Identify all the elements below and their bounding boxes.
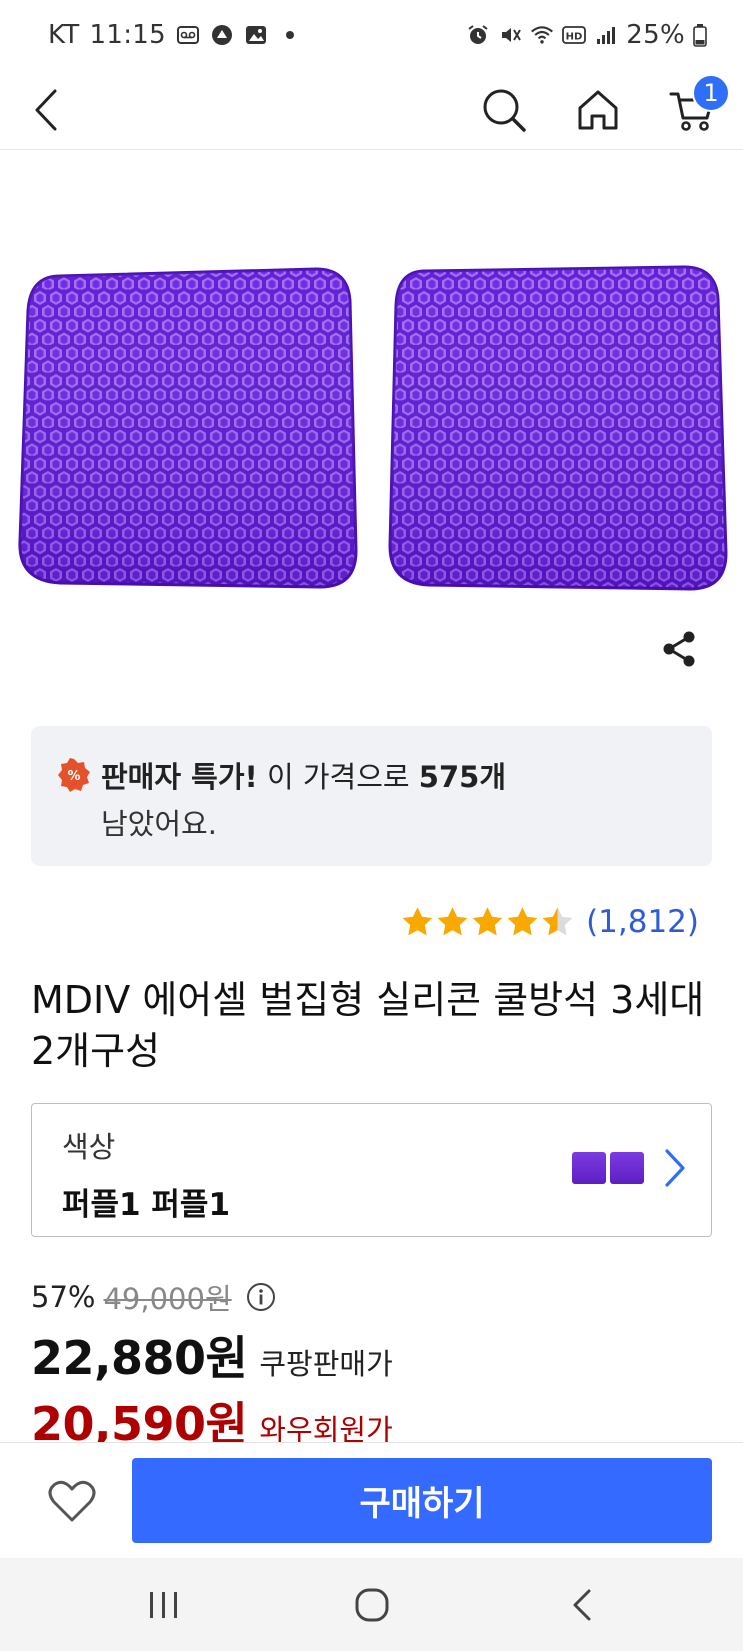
- home-button[interactable]: [568, 80, 628, 140]
- sale-price-label: 쿠팡판매가: [259, 1347, 393, 1381]
- cart-count-badge: 1: [692, 74, 730, 112]
- cushion-left: [18, 267, 358, 589]
- chevron-left-icon: [35, 89, 57, 131]
- voicemail-icon: [176, 23, 200, 47]
- promo-text-middle: 이 가격으로: [257, 760, 419, 794]
- sale-price: 22,880원: [31, 1331, 248, 1385]
- signal-icon: [594, 23, 618, 47]
- wifi-icon: [530, 23, 554, 47]
- carrier: KT: [48, 20, 80, 50]
- sale-price-row: 22,880원 쿠팡판매가: [31, 1322, 393, 1388]
- option-selected-value: 퍼플1 퍼플1: [62, 1187, 231, 1223]
- gallery-icon: [244, 23, 268, 47]
- star-full-icon: [402, 907, 433, 936]
- recent-apps-icon: [150, 1592, 177, 1618]
- info-icon[interactable]: [246, 1282, 276, 1312]
- home-system-button[interactable]: [342, 1580, 402, 1630]
- system-navigation-bar: [0, 1558, 743, 1651]
- star-full-icon: [472, 907, 503, 936]
- product-rating[interactable]: (1,812): [401, 904, 699, 940]
- discount-rate: 57%: [31, 1280, 96, 1314]
- svg-text:HD: HD: [566, 32, 583, 43]
- review-count-link[interactable]: (1,812): [586, 904, 699, 940]
- home-icon: [578, 90, 618, 130]
- discount-badge-icon: %: [57, 758, 91, 792]
- battery-percent: 25%: [626, 20, 685, 50]
- promo-label: 판매자 특가!: [101, 760, 258, 794]
- buy-now-button[interactable]: 구매하기: [132, 1458, 712, 1543]
- recent-apps-button[interactable]: [134, 1580, 194, 1630]
- star-half-icon: [542, 907, 573, 936]
- color-option-selector[interactable]: 색상 퍼플1 퍼플1: [31, 1103, 712, 1237]
- heart-icon: [48, 1480, 96, 1522]
- option-label: 색상: [62, 1130, 116, 1164]
- more-notifications-dot-icon: [278, 23, 302, 47]
- back-system-button[interactable]: [552, 1580, 612, 1630]
- status-bar: KT 11:15 HD 25%: [0, 0, 743, 72]
- cart-button[interactable]: 1: [662, 74, 730, 140]
- share-icon: [663, 631, 695, 667]
- battery-icon: [693, 23, 707, 47]
- promo-text-end: 남았어요.: [101, 807, 217, 841]
- search-button[interactable]: [474, 80, 534, 140]
- hd-voice-icon: HD: [562, 23, 587, 47]
- promo-remaining-count: 575개: [418, 760, 507, 794]
- rating-stars: [401, 906, 574, 938]
- chevron-right-icon: [661, 1146, 689, 1190]
- mute-icon: [498, 23, 522, 47]
- notification-app-icon: [210, 23, 234, 47]
- color-swatch-1: [572, 1152, 606, 1184]
- color-swatch-2: [610, 1152, 644, 1184]
- back-arrow-icon: [573, 1589, 591, 1621]
- home-circle-icon: [355, 1588, 389, 1622]
- original-price: 49,000원: [103, 1282, 232, 1316]
- search-icon: [483, 89, 526, 132]
- cushion-right: [388, 265, 728, 591]
- product-image[interactable]: [0, 151, 743, 711]
- share-button[interactable]: [656, 626, 702, 672]
- discount-row: 57% 49,000원: [31, 1276, 276, 1318]
- back-button[interactable]: [16, 80, 76, 140]
- bottom-action-bar: 구매하기: [0, 1442, 743, 1558]
- top-nav-bar: 1: [0, 72, 743, 150]
- product-title: MDIV 에어셀 벌집형 실리콘 쿨방석 3세대 2개구성: [31, 978, 705, 1073]
- seller-special-banner: % 판매자 특가! 이 가격으로 575개 남았어요.: [31, 726, 712, 866]
- clock: 11:15: [89, 20, 166, 50]
- promo-text: 판매자 특가! 이 가격으로 575개: [101, 754, 506, 796]
- wishlist-button[interactable]: [44, 1473, 100, 1529]
- svg-text:%: %: [67, 769, 80, 784]
- star-full-icon: [437, 907, 468, 936]
- star-full-icon: [507, 907, 538, 936]
- alarm-icon: [466, 23, 490, 47]
